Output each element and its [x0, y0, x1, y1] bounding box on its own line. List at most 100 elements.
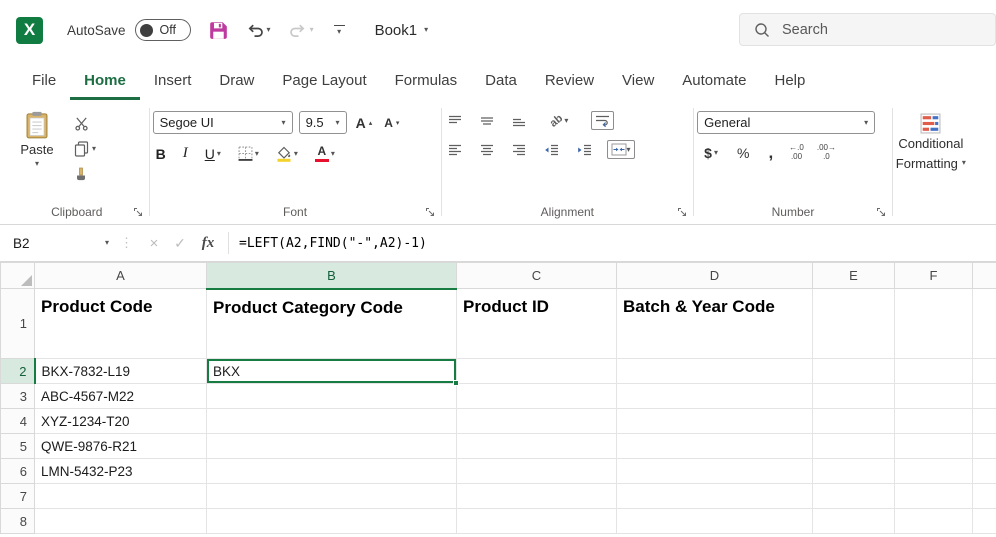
merge-center-button[interactable]: ▾ — [607, 140, 635, 159]
row-header-1[interactable]: 1 — [1, 289, 35, 359]
tab-view[interactable]: View — [608, 60, 668, 100]
align-top-button[interactable] — [445, 114, 465, 128]
comma-style-button[interactable]: , — [765, 147, 776, 159]
tab-file[interactable]: File — [18, 60, 70, 100]
cell-B4[interactable] — [207, 409, 457, 434]
conditional-formatting-button[interactable]: Conditional Formatting ▾ — [896, 104, 966, 224]
alignment-dialog-launcher-icon[interactable] — [677, 207, 687, 217]
cell-C2[interactable] — [457, 359, 617, 384]
cell-B5[interactable] — [207, 434, 457, 459]
cell[interactable] — [973, 384, 996, 409]
cell-F6[interactable] — [895, 459, 973, 484]
cell-F1[interactable] — [895, 289, 973, 359]
cell-D7[interactable] — [617, 484, 813, 509]
formula-input[interactable]: =LEFT(A2,FIND("-",A2)-1) — [239, 236, 427, 251]
tab-data[interactable]: Data — [471, 60, 531, 100]
cell-E7[interactable] — [813, 484, 895, 509]
column-header-f[interactable]: F — [895, 263, 973, 289]
cell-D8[interactable] — [617, 509, 813, 534]
cell-A3[interactable]: ABC-4567-M22 — [35, 384, 207, 409]
name-box[interactable]: B2 ▾ — [0, 225, 118, 261]
insert-function-icon[interactable]: fx — [193, 235, 223, 252]
undo-button[interactable]: ▾ — [246, 23, 271, 38]
font-name-select[interactable]: Segoe UI ▾ — [153, 111, 293, 134]
align-center-button[interactable] — [477, 143, 497, 157]
cell-C1[interactable]: Product ID — [457, 289, 617, 359]
enter-icon[interactable]: ✓ — [167, 235, 193, 252]
font-size-select[interactable]: 9.5 ▾ — [299, 111, 347, 134]
tab-insert[interactable]: Insert — [140, 60, 206, 100]
font-dialog-launcher-icon[interactable] — [425, 207, 435, 217]
cell-E3[interactable] — [813, 384, 895, 409]
cell[interactable] — [973, 289, 996, 359]
cell-B6[interactable] — [207, 459, 457, 484]
tab-automate[interactable]: Automate — [668, 60, 760, 100]
save-button[interactable] — [209, 21, 228, 40]
row-header-7[interactable]: 7 — [1, 484, 35, 509]
row-header-2[interactable]: 2 — [1, 359, 35, 384]
customize-quick-access-toolbar-icon[interactable]: ▾ — [334, 25, 345, 36]
borders-button[interactable]: ▾ — [235, 145, 262, 162]
cell[interactable] — [973, 359, 996, 384]
paste-button[interactable]: Paste ▾ — [8, 104, 66, 205]
cell-A7[interactable] — [35, 484, 207, 509]
cell-F8[interactable] — [895, 509, 973, 534]
row-header-6[interactable]: 6 — [1, 459, 35, 484]
excel-logo-icon[interactable]: X — [16, 17, 43, 44]
autosave-control[interactable]: AutoSave Off — [67, 19, 191, 41]
cell-A8[interactable] — [35, 509, 207, 534]
decrease-font-size-button[interactable]: A▾ — [381, 115, 402, 131]
column-header-partial[interactable] — [973, 263, 996, 289]
cell-D3[interactable] — [617, 384, 813, 409]
cell-F2[interactable] — [895, 359, 973, 384]
fill-color-button[interactable]: ▾ — [273, 145, 301, 163]
cell-B7[interactable] — [207, 484, 457, 509]
cut-button[interactable] — [74, 114, 96, 132]
align-bottom-button[interactable] — [509, 114, 529, 128]
column-header-a[interactable]: A — [35, 263, 207, 289]
cell-F4[interactable] — [895, 409, 973, 434]
search-input[interactable]: Search — [739, 13, 996, 46]
clipboard-dialog-launcher-icon[interactable] — [133, 207, 143, 217]
cell-D6[interactable] — [617, 459, 813, 484]
font-color-button[interactable]: A ▾ — [312, 144, 338, 163]
fill-handle[interactable] — [453, 380, 459, 386]
cancel-icon[interactable]: × — [141, 235, 167, 252]
cell[interactable] — [973, 509, 996, 534]
row-header-4[interactable]: 4 — [1, 409, 35, 434]
cell[interactable] — [973, 459, 996, 484]
underline-button[interactable]: U▾ — [202, 145, 224, 163]
cell-D4[interactable] — [617, 409, 813, 434]
column-header-e[interactable]: E — [813, 263, 895, 289]
increase-font-size-button[interactable]: A▴ — [353, 114, 376, 132]
cell-B3[interactable] — [207, 384, 457, 409]
format-painter-button[interactable] — [74, 166, 96, 184]
select-all-corner[interactable] — [1, 263, 35, 289]
tab-formulas[interactable]: Formulas — [381, 60, 472, 100]
cell-F7[interactable] — [895, 484, 973, 509]
orientation-button[interactable]: ab ▾ — [547, 114, 572, 128]
cell-E2[interactable] — [813, 359, 895, 384]
row-header-8[interactable]: 8 — [1, 509, 35, 534]
tab-help[interactable]: Help — [761, 60, 820, 100]
cell-D1[interactable]: Batch & Year Code — [617, 289, 813, 359]
cell-A1[interactable]: Product Code — [35, 289, 207, 359]
tab-review[interactable]: Review — [531, 60, 608, 100]
chevron-down-icon[interactable]: ▾ — [267, 26, 271, 34]
cell-F3[interactable] — [895, 384, 973, 409]
column-header-d[interactable]: D — [617, 263, 813, 289]
copy-button[interactable]: ▾ — [74, 140, 96, 158]
percent-style-button[interactable]: % — [734, 144, 752, 162]
increase-decimal-button[interactable]: ←.0.00 — [789, 144, 804, 162]
row-header-5[interactable]: 5 — [1, 434, 35, 459]
cell-B8[interactable] — [207, 509, 457, 534]
wrap-text-button[interactable] — [591, 111, 614, 130]
align-middle-button[interactable] — [477, 114, 497, 128]
align-right-button[interactable] — [509, 143, 529, 157]
cell-A6[interactable]: LMN-5432-P23 — [35, 459, 207, 484]
formula-bar-handle[interactable]: ⋮ — [118, 235, 141, 251]
tab-draw[interactable]: Draw — [205, 60, 268, 100]
row-header-3[interactable]: 3 — [1, 384, 35, 409]
cell-C3[interactable] — [457, 384, 617, 409]
number-format-select[interactable]: General ▾ — [697, 111, 875, 134]
